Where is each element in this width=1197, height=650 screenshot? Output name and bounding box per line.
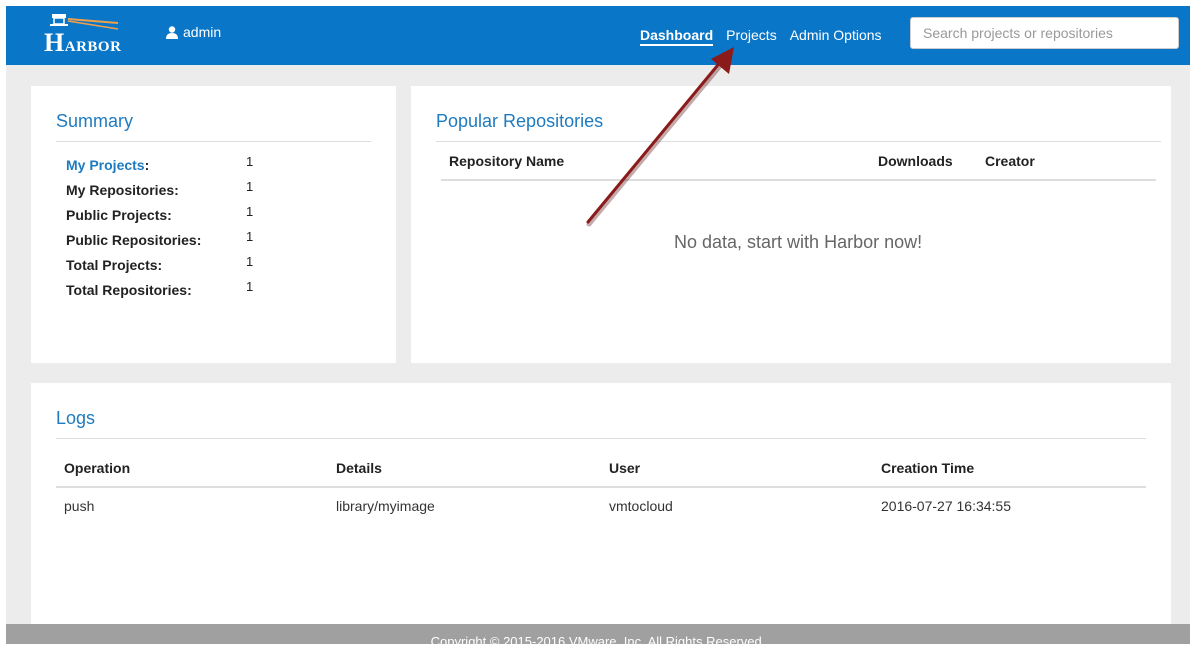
summary-label: Total Projects: [66, 257, 163, 273]
empty-state-text: No data, start with Harbor now! [674, 232, 923, 252]
nav-dashboard[interactable]: Dashboard [640, 27, 714, 46]
my-projects-link[interactable]: My Projects [66, 157, 145, 173]
col-operation[interactable]: Operation [64, 460, 130, 476]
logs-panel: Logs Operation Details User Creation Tim… [31, 383, 1171, 624]
summary-label: Total Repositories: [66, 282, 192, 298]
summary-value: 1 [246, 179, 254, 194]
summary-label: My Repositories: [66, 182, 179, 198]
summary-value: 1 [246, 254, 254, 269]
summary-label: Public Projects: [66, 207, 172, 223]
cell-creation-time: 2016-07-27 16:34:55 [881, 498, 1011, 514]
col-details[interactable]: Details [336, 460, 382, 476]
logs-divider [56, 438, 1146, 439]
popular-repositories-panel: Popular Repositories Repository Name Dow… [411, 86, 1171, 363]
logs-header-divider [56, 486, 1146, 488]
cell-user: vmtocloud [609, 498, 673, 514]
summary-value: 1 [246, 154, 254, 169]
nav-projects[interactable]: Projects [726, 27, 777, 46]
user-menu[interactable]: admin [166, 24, 221, 40]
logs-title: Logs [56, 408, 96, 428]
summary-value: 1 [246, 279, 254, 294]
app-frame: HARBOR admin Dashboard Projects Admin Op… [6, 6, 1190, 644]
nav-links: Dashboard Projects Admin Options [640, 27, 882, 46]
cell-details: library/myimage [336, 498, 435, 514]
col-downloads[interactable]: Downloads [878, 153, 953, 169]
cell-operation: push [64, 498, 95, 514]
col-creation-time[interactable]: Creation Time [881, 460, 974, 476]
summary-panel: Summary My Projects: 1 My Repositories: … [31, 86, 396, 363]
logo-text-rest: ARBOR [64, 39, 122, 55]
copyright-text: Copyright © 2015-2016 VMware, Inc. All R… [430, 634, 766, 644]
summary-divider [56, 141, 371, 142]
col-creator[interactable]: Creator [985, 153, 1035, 169]
summary-label-colon: : [144, 157, 150, 173]
popular-divider [436, 141, 1161, 142]
summary-label: Public Repositories: [66, 232, 202, 248]
popular-repositories-title: Popular Repositories [436, 111, 604, 131]
nav-admin-options[interactable]: Admin Options [790, 27, 882, 46]
user-icon [166, 25, 178, 39]
summary-value: 1 [246, 229, 254, 244]
footer: Copyright © 2015-2016 VMware, Inc. All R… [6, 624, 1190, 644]
user-name: admin [183, 24, 222, 40]
summary-title: Summary [56, 111, 134, 131]
summary-value: 1 [246, 204, 254, 219]
navbar: HARBOR admin Dashboard Projects Admin Op… [6, 6, 1190, 65]
col-user[interactable]: User [609, 460, 640, 476]
popular-header-divider [441, 179, 1156, 181]
search-input[interactable] [910, 17, 1179, 49]
col-repository-name[interactable]: Repository Name [449, 153, 564, 169]
harbor-logo[interactable]: HARBOR [44, 10, 136, 60]
logo-text: HARBOR [44, 28, 122, 57]
